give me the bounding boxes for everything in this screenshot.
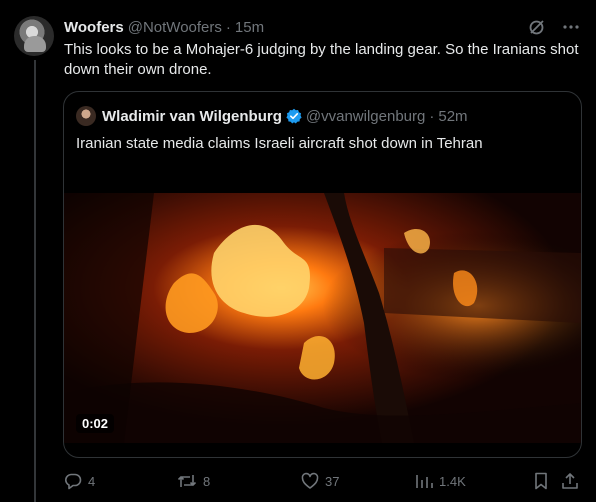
quoted-text: Iranian state media claims Israeli aircr… [76,135,483,152]
reply-button[interactable]: 4 [64,472,95,490]
action-bar: 4 8 37 1.4K [64,470,580,492]
thread-line [34,60,36,502]
post-header: Woofers @NotWoofers · 15m [64,16,580,38]
share-icon [562,473,578,489]
grok-icon[interactable] [528,18,546,36]
like-count: 37 [325,473,340,489]
post-text: This looks to be a Mohajer-6 judging by … [64,41,579,78]
author-name[interactable]: Woofers [64,19,124,36]
bookmark-icon [535,472,547,490]
quoted-header: Wladimir van Wilgenburg @vvanwilgenburg … [76,104,468,128]
video-player[interactable]: 0:02 [64,193,581,443]
like-icon [301,472,319,489]
repost-button[interactable]: 8 [177,472,210,490]
quoted-author-avatar [76,106,96,126]
bookmark-button[interactable] [532,472,550,490]
more-icon[interactable] [562,18,580,36]
video-frame [64,193,581,443]
quoted-author-name: Wladimir van Wilgenburg [102,107,282,125]
video-duration: 0:02 [76,414,115,433]
quoted-separator-dot: · [429,107,435,125]
share-button[interactable] [561,472,579,490]
repost-icon [177,475,197,487]
quoted-post[interactable]: Wladimir van Wilgenburg @vvanwilgenburg … [63,91,582,458]
verified-badge-icon [286,108,302,124]
repost-count: 8 [203,473,211,489]
author-avatar[interactable] [14,16,54,56]
views-button[interactable]: 1.4K [415,472,466,490]
like-button[interactable]: 37 [301,472,339,490]
author-handle[interactable]: @NotWoofers [128,19,222,36]
quoted-time: 52m [438,107,468,125]
view-count: 1.4K [439,473,466,489]
post-time[interactable]: 15m [235,19,264,36]
quoted-author-handle: @vvanwilgenburg [305,107,426,125]
separator-dot: · [225,18,231,36]
reply-icon [65,473,82,490]
reply-count: 4 [88,473,96,489]
views-icon [416,475,433,488]
